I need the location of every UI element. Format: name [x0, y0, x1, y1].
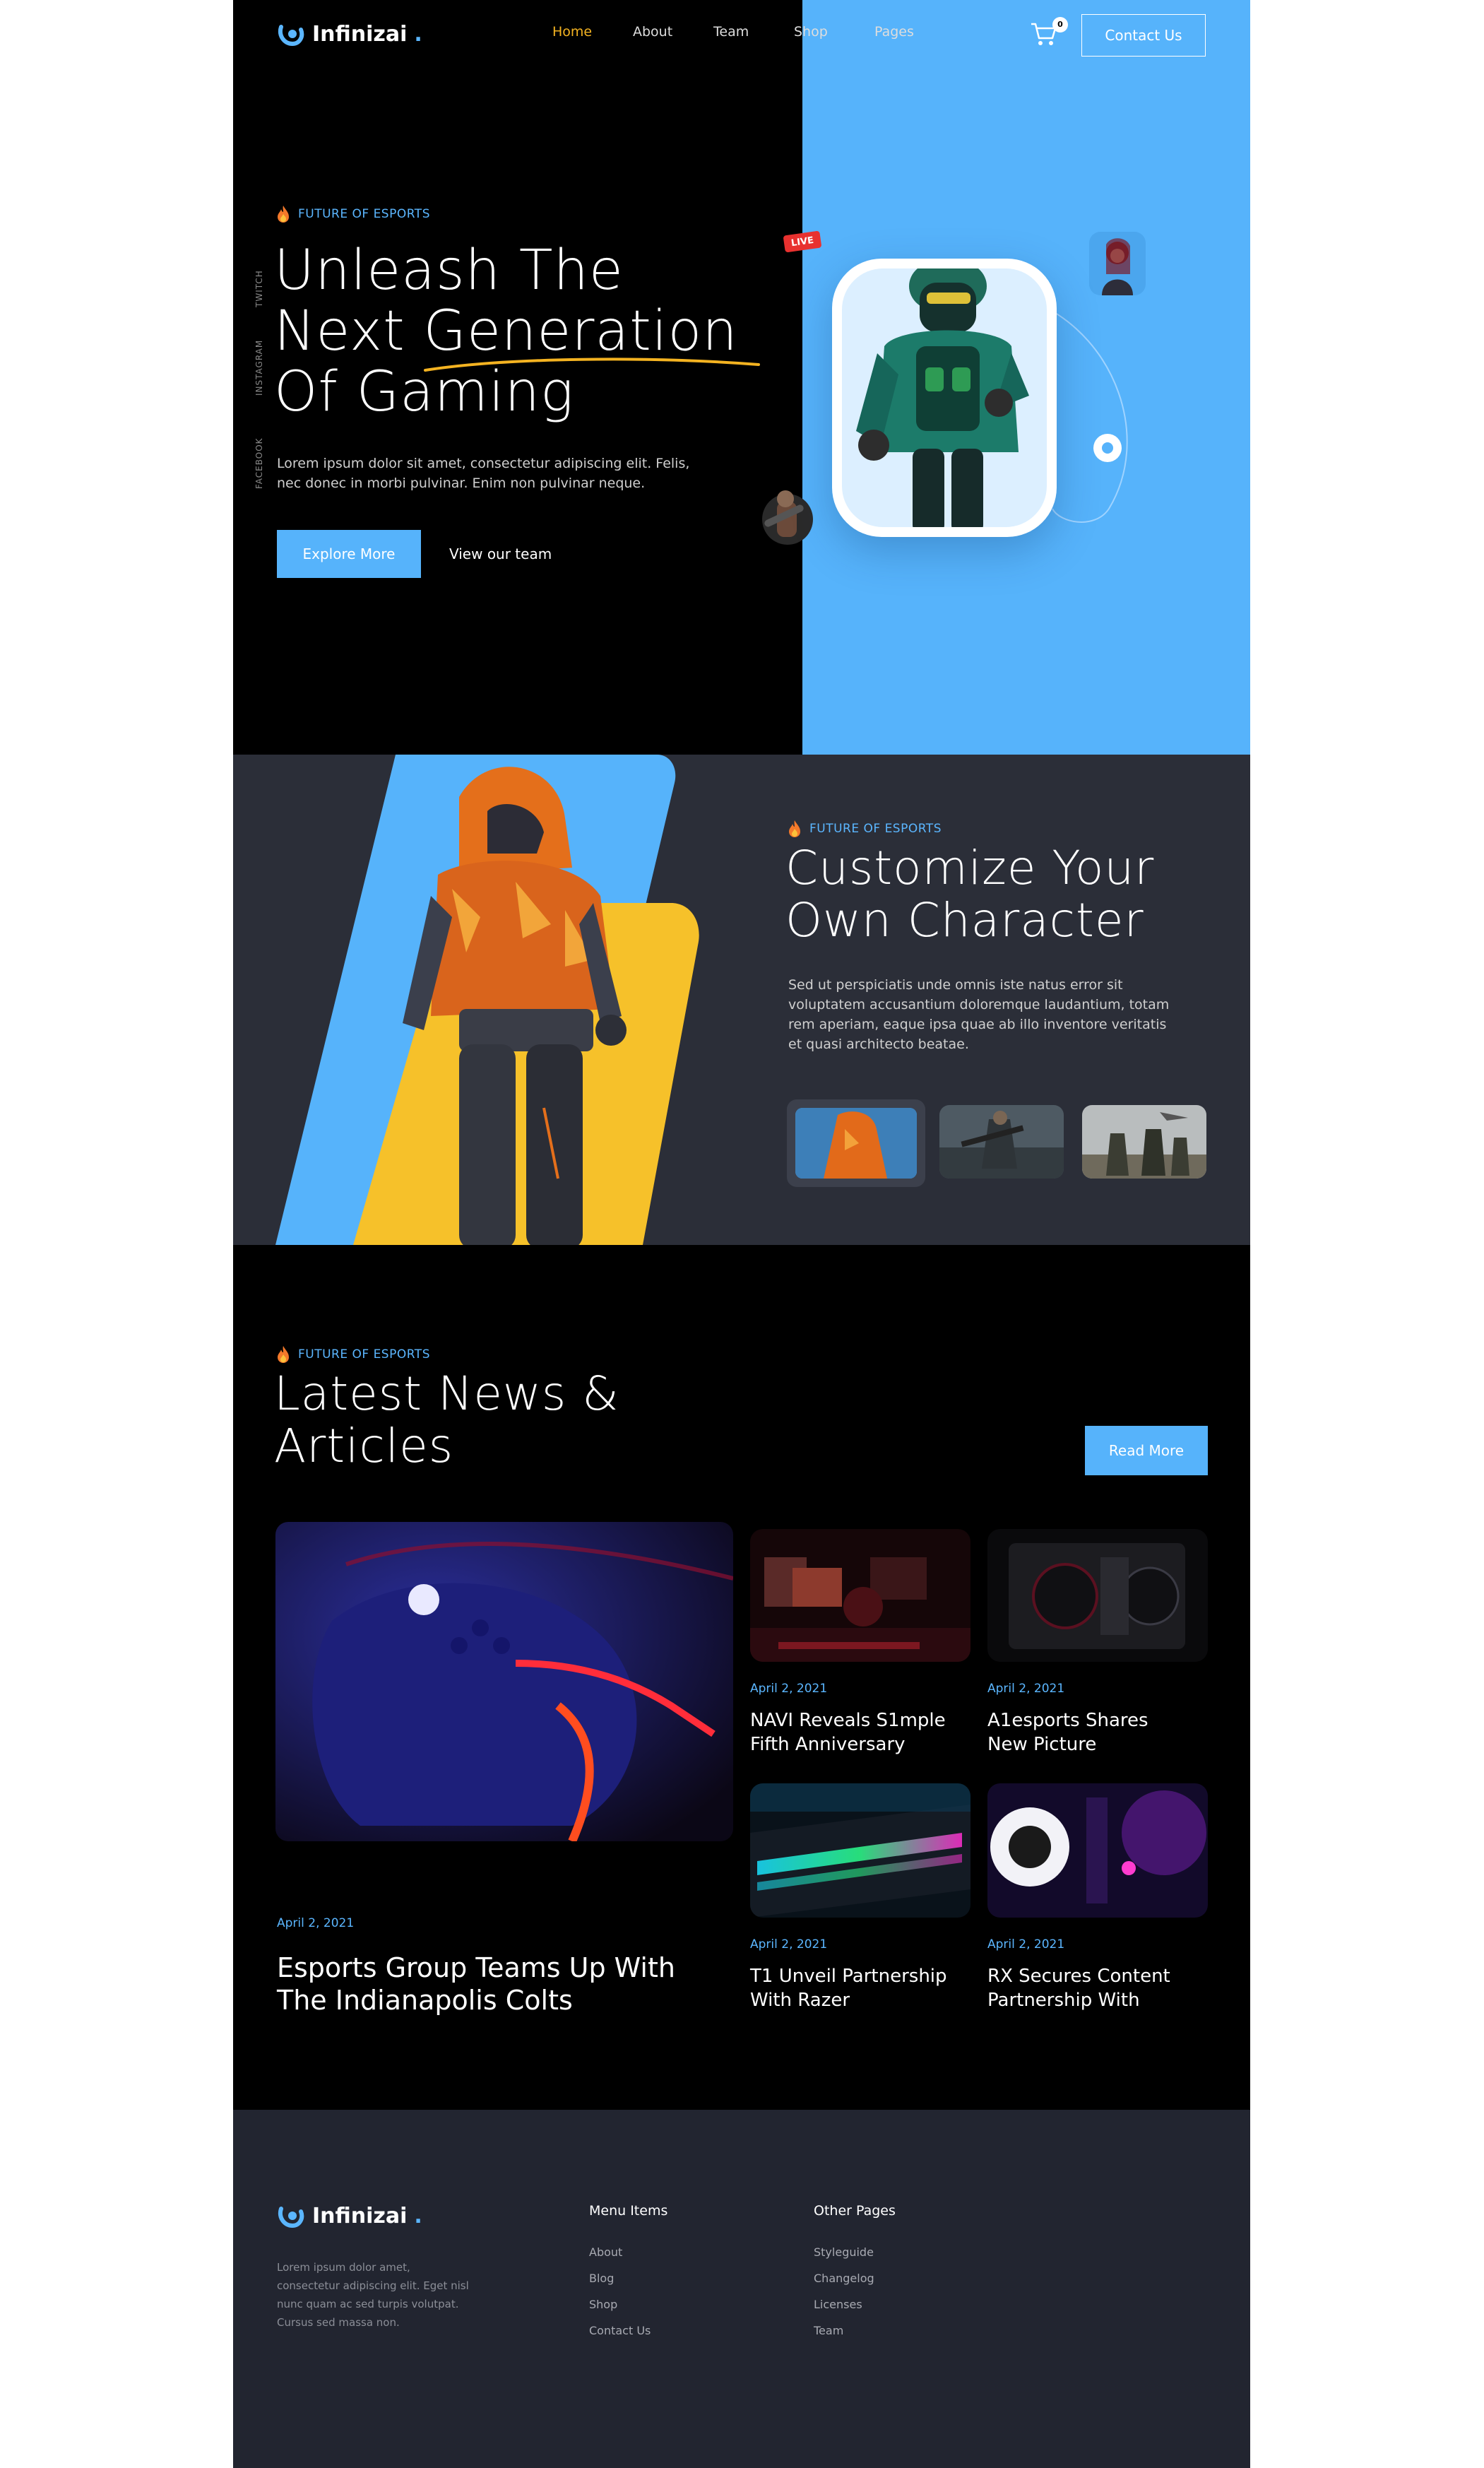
- footer-menu-title: Menu Items: [589, 2203, 668, 2219]
- footer: Infinizai. Lorem ipsum dolor amet, conse…: [233, 2110, 1250, 2468]
- cart-count-badge: 0: [1052, 17, 1068, 33]
- fire-icon: [278, 1346, 289, 1363]
- headset-image: [987, 1783, 1208, 1918]
- social-twitch[interactable]: TWITCH: [254, 270, 264, 307]
- footer-brand-name: Infinizai: [312, 2203, 408, 2228]
- nav-pages[interactable]: Pages: [874, 24, 955, 40]
- rgb-keyboard-image: [750, 1783, 970, 1918]
- gamer-setup-image: [750, 1529, 970, 1662]
- article-2-title-line2[interactable]: New Picture: [987, 1732, 1096, 1756]
- article-1-image[interactable]: [750, 1529, 970, 1662]
- footer-link-contact[interactable]: Contact Us: [589, 2324, 651, 2337]
- customize-title-line1: Customize Your: [785, 841, 1155, 895]
- hero-eyebrow: FUTURE OF ESPORTS: [277, 205, 430, 223]
- hero-description: Lorem ipsum dolor sit amet, consectetur …: [277, 456, 690, 491]
- hero-title-line1: Unleash The: [274, 239, 624, 302]
- fire-icon: [278, 206, 289, 223]
- nav-home[interactable]: Home: [552, 24, 633, 40]
- featured-date: April 2, 2021: [277, 1916, 355, 1930]
- gamepad-image: [275, 1522, 733, 1841]
- avatar-character: [1102, 238, 1133, 295]
- hero-eyebrow-text: FUTURE OF ESPORTS: [298, 207, 430, 221]
- brand-dot: .: [414, 21, 422, 47]
- news-eyebrow-text: FUTURE OF ESPORTS: [298, 1347, 430, 1362]
- footer-about-text: Lorem ipsum dolor amet, consectetur adip…: [277, 2261, 469, 2329]
- footer-brand-logo[interactable]: Infinizai.: [277, 2202, 422, 2230]
- customize-title-line2: Own Character: [785, 893, 1144, 947]
- footer-other-title: Other Pages: [814, 2203, 896, 2219]
- customize-section: FUTURE OF ESPORTS Customize Your Own Cha…: [233, 755, 1250, 1245]
- pc-case-image: [987, 1529, 1208, 1662]
- article-3-title-line1[interactable]: T1 Unveil Partnership: [750, 1964, 947, 1988]
- footer-link-changelog[interactable]: Changelog: [814, 2272, 874, 2285]
- article-4-title-line1[interactable]: RX Secures Content: [987, 1964, 1170, 1988]
- character-option-3[interactable]: [1082, 1105, 1206, 1179]
- article-1-title-line1[interactable]: NAVI Reveals S1mple: [750, 1708, 946, 1732]
- article-3-image[interactable]: [750, 1783, 970, 1918]
- main-nav: Home About Team Shop Pages: [552, 24, 955, 40]
- hooded-character: [403, 767, 627, 1245]
- contact-us-button[interactable]: Contact Us: [1081, 14, 1206, 57]
- green-soldier-character: [856, 268, 1029, 527]
- character-thumb-soldier: [939, 1105, 1064, 1179]
- logo-icon: [278, 2207, 304, 2228]
- footer-link-shop[interactable]: Shop: [589, 2298, 617, 2311]
- brand-logo[interactable]: Infinizai.: [277, 20, 422, 48]
- customize-eyebrow-text: FUTURE OF ESPORTS: [809, 822, 942, 836]
- article-4-date: April 2, 2021: [987, 1937, 1065, 1952]
- character-thumb-squad: [1082, 1105, 1206, 1179]
- character-option-2[interactable]: [939, 1105, 1064, 1179]
- article-4-title-line2[interactable]: Partnership With: [987, 1988, 1140, 2012]
- page: Infinizai. Home About Team Shop Pages 0 …: [233, 0, 1250, 2468]
- featured-article-image[interactable]: [275, 1522, 733, 1841]
- article-2-image[interactable]: [987, 1529, 1208, 1662]
- brand-name: Infinizai: [312, 21, 408, 47]
- nav-about[interactable]: About: [633, 24, 713, 40]
- article-3-title-line2[interactable]: With Razer: [750, 1988, 850, 2012]
- news-title-line1: Latest News &: [274, 1366, 619, 1421]
- nav-shop[interactable]: Shop: [794, 24, 874, 40]
- article-2-title-line1[interactable]: A1esports Shares: [987, 1708, 1148, 1732]
- customize-description: Sed ut perspiciatis unde omnis iste natu…: [788, 977, 1170, 1052]
- footer-link-blog[interactable]: Blog: [589, 2272, 614, 2285]
- article-1-date: April 2, 2021: [750, 1682, 828, 1696]
- footer-link-styleguide[interactable]: Styleguide: [814, 2245, 874, 2259]
- article-4-image[interactable]: [987, 1783, 1208, 1918]
- logo-icon: [278, 25, 304, 47]
- social-instagram[interactable]: INSTAGRAM: [254, 340, 264, 396]
- character-card: [832, 259, 1057, 537]
- small-character-figure: [762, 490, 813, 545]
- read-more-button[interactable]: Read More: [1085, 1426, 1208, 1475]
- view-team-link[interactable]: View our team: [449, 545, 552, 562]
- nav-team[interactable]: Team: [713, 24, 794, 40]
- character-card-inner: [842, 268, 1047, 527]
- social-facebook[interactable]: FACEBOOK: [254, 437, 264, 489]
- character-thumb-hooded: [795, 1108, 917, 1179]
- explore-more-button[interactable]: Explore More: [277, 530, 421, 578]
- character-option-1-selected[interactable]: [787, 1099, 925, 1187]
- news-section: FUTURE OF ESPORTS Latest News & Articles…: [233, 1245, 1250, 2110]
- title-underline-swoosh: [424, 358, 760, 372]
- footer-link-about[interactable]: About: [589, 2245, 622, 2259]
- article-1-title-line2[interactable]: Fifth Anniversary: [750, 1732, 906, 1756]
- footer-brand-dot: .: [414, 2203, 422, 2228]
- featured-title-line2[interactable]: The Indianapolis Colts: [277, 1984, 573, 2017]
- article-3-date: April 2, 2021: [750, 1937, 828, 1952]
- news-eyebrow: FUTURE OF ESPORTS: [277, 1345, 430, 1364]
- footer-link-licenses[interactable]: Licenses: [814, 2298, 862, 2311]
- footer-link-team[interactable]: Team: [814, 2324, 843, 2337]
- avatar-frame: [1089, 232, 1146, 295]
- featured-title-line1[interactable]: Esports Group Teams Up With: [277, 1952, 675, 1984]
- customize-eyebrow: FUTURE OF ESPORTS: [788, 820, 942, 838]
- news-title-line2: Articles: [274, 1419, 454, 1473]
- fire-icon: [789, 820, 800, 837]
- article-2-date: April 2, 2021: [987, 1682, 1065, 1696]
